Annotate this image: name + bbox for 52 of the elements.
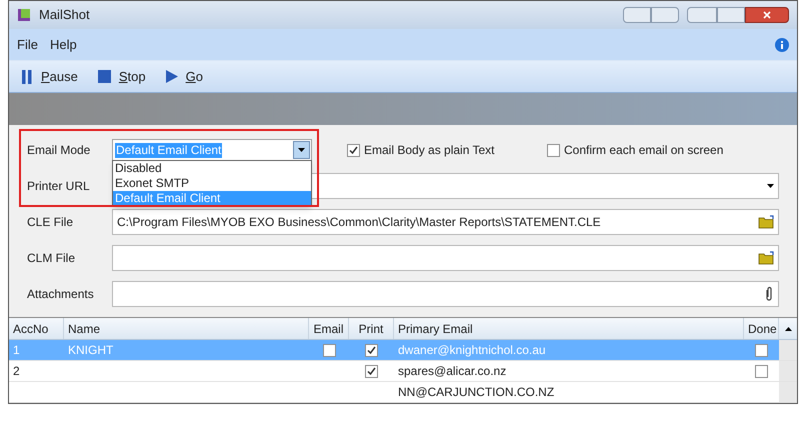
field-label: Printer URL (27, 178, 91, 195)
field-label: CLE File (27, 214, 74, 231)
field-label: Attachments (27, 286, 95, 303)
field-label: Email Mode (27, 142, 92, 159)
close-button[interactable] (745, 7, 789, 23)
checkbox-label: Email Body as plain Text (364, 142, 495, 159)
checkbox[interactable] (347, 144, 360, 156)
info-icon[interactable] (775, 38, 789, 52)
pause-icon (21, 70, 33, 84)
field-label: CLM File (27, 250, 76, 267)
table-cell-text: NN@CARJUNCTION.CO.NZ (398, 384, 554, 401)
column-header[interactable]: Print (349, 318, 394, 339)
column-header[interactable]: AccNo (9, 318, 64, 339)
input-field[interactable]: C:\Program Files\MYOB EXO Business\Common\Clarity\Master Reports\STATEMENT.CLE (112, 209, 779, 235)
scroll-up-arrow-icon[interactable] (784, 326, 792, 330)
dropdown-option[interactable]: Disabled (113, 161, 311, 176)
table-cell-text: dwaner@knightnichol.co.au (398, 342, 546, 359)
app-icon (17, 8, 31, 22)
dropdown-arrow-icon[interactable] (767, 184, 774, 188)
input-field[interactable] (112, 245, 779, 271)
toolbar-button[interactable]: Go (166, 66, 203, 86)
table-checkbox[interactable] (755, 344, 768, 356)
column-header[interactable]: Done (744, 318, 779, 339)
checkbox[interactable] (547, 144, 560, 156)
column-header[interactable]: Primary Email (394, 318, 744, 339)
stop-icon (98, 70, 111, 83)
folder-icon[interactable] (758, 251, 774, 265)
dropdown-option[interactable]: Exonet SMTP (113, 176, 311, 191)
table-cell-text: 1 (13, 342, 20, 359)
table-row[interactable]: NN@CARJUNCTION.CO.NZ (9, 382, 797, 403)
table-checkbox[interactable] (365, 344, 378, 356)
table-row[interactable]: 2 spares@alicar.co.nz (9, 361, 797, 382)
table-checkbox[interactable] (322, 344, 336, 356)
play-icon (166, 70, 178, 83)
menu-item[interactable]: File (17, 34, 38, 54)
column-header[interactable]: Name (64, 318, 309, 339)
table-cell-text: spares@alicar.co.nz (398, 363, 506, 380)
toolbar-button[interactable]: Pause (21, 66, 78, 86)
close-icon (763, 11, 771, 19)
window-title: MailShot (39, 6, 90, 24)
checkbox-label: Confirm each email on screen (564, 142, 724, 159)
column-header[interactable]: Email (309, 318, 349, 339)
field-value: C:\Program Files\MYOB EXO Business\Common\Clarity\Master Reports\STATEMENT.CLE (117, 214, 601, 231)
table-checkbox[interactable] (365, 364, 378, 378)
table-checkbox[interactable] (755, 364, 768, 378)
paperclip-icon[interactable] (764, 286, 774, 302)
menu-item[interactable]: Help (50, 34, 77, 54)
input-field[interactable] (112, 281, 779, 307)
toolbar-button[interactable]: Stop (98, 66, 146, 86)
folder-icon[interactable] (758, 215, 774, 229)
table-cell-text: 2 (13, 363, 20, 380)
table-cell-text: KNIGHT (68, 342, 114, 359)
